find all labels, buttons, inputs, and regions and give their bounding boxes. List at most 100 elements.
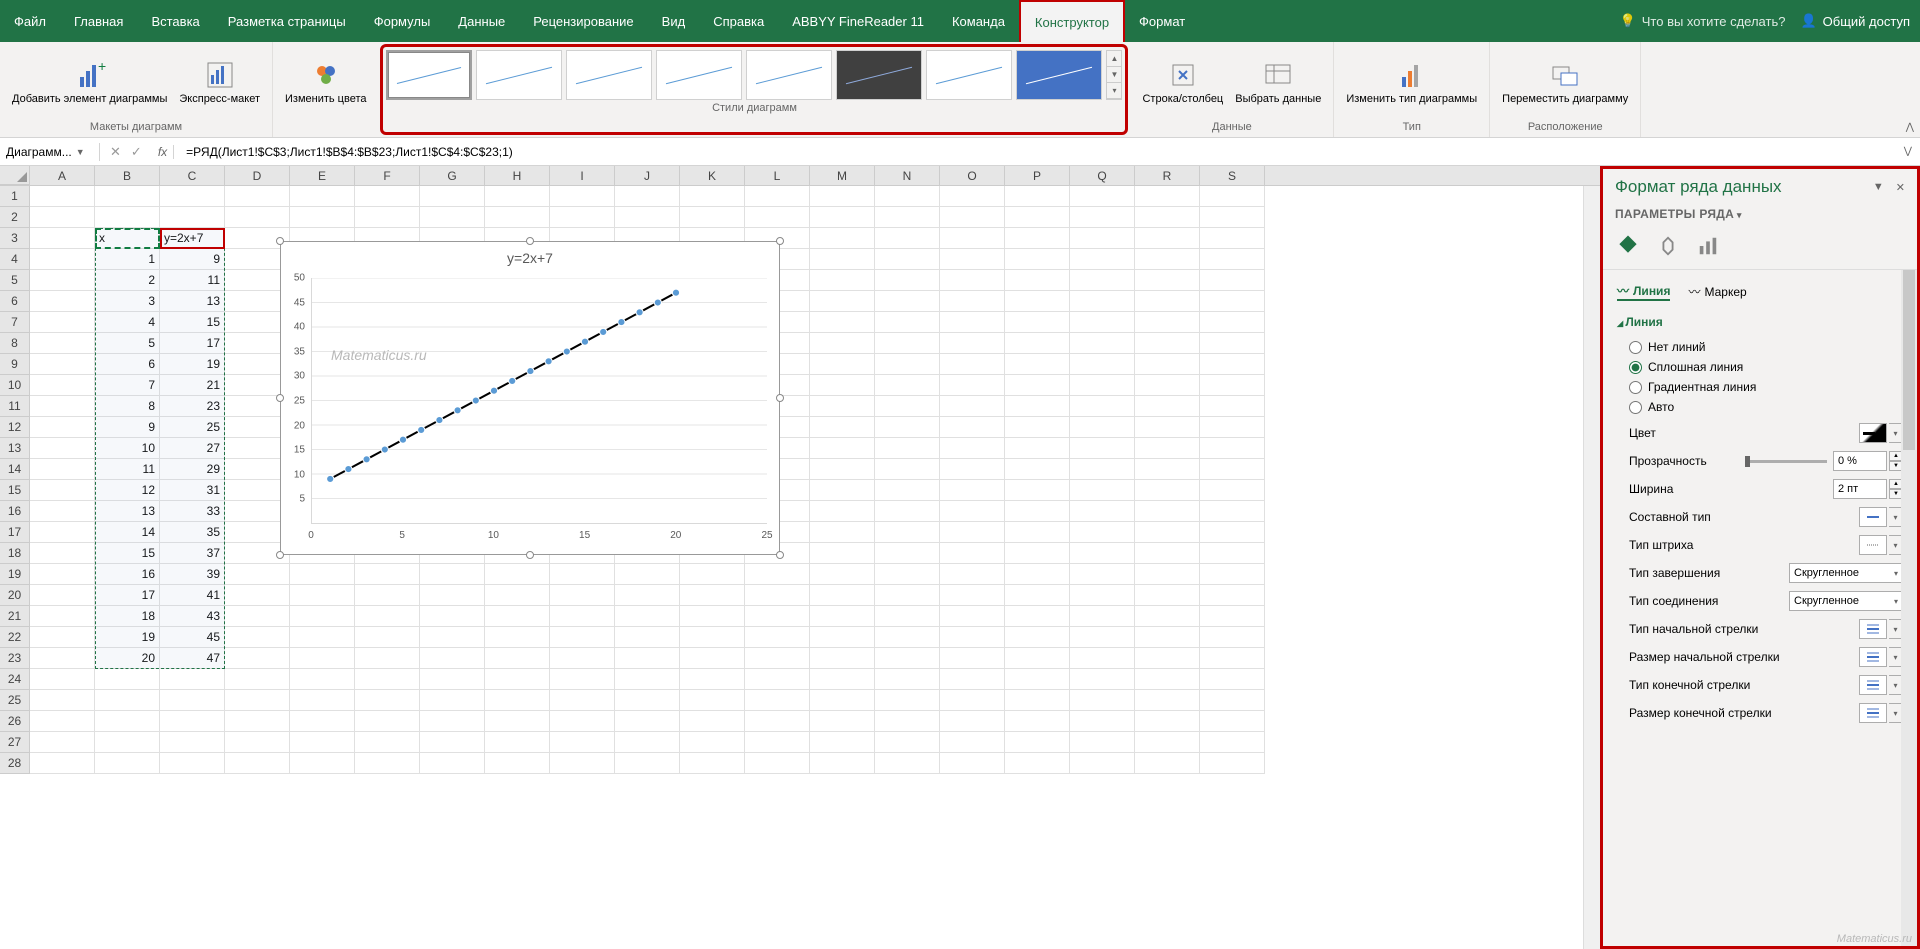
cell-L24[interactable] bbox=[745, 669, 810, 690]
tab-разметка-страницы[interactable]: Разметка страницы bbox=[214, 0, 360, 42]
cell-N23[interactable] bbox=[875, 648, 940, 669]
cell-R19[interactable] bbox=[1135, 564, 1200, 585]
cell-N26[interactable] bbox=[875, 711, 940, 732]
cell-M20[interactable] bbox=[810, 585, 875, 606]
cell-H23[interactable] bbox=[485, 648, 550, 669]
cell-O5[interactable] bbox=[940, 270, 1005, 291]
cell-B27[interactable] bbox=[95, 732, 160, 753]
cell-O4[interactable] bbox=[940, 249, 1005, 270]
cell-N28[interactable] bbox=[875, 753, 940, 774]
cell-R23[interactable] bbox=[1135, 648, 1200, 669]
cell-A15[interactable] bbox=[30, 480, 95, 501]
cell-F1[interactable] bbox=[355, 186, 420, 207]
width-input[interactable] bbox=[1833, 479, 1887, 499]
cell-O10[interactable] bbox=[940, 375, 1005, 396]
cell-R17[interactable] bbox=[1135, 522, 1200, 543]
col-header-S[interactable]: S bbox=[1200, 166, 1265, 185]
cell-P26[interactable] bbox=[1005, 711, 1070, 732]
cell-J19[interactable] bbox=[615, 564, 680, 585]
cell-C25[interactable] bbox=[160, 690, 225, 711]
row-header-23[interactable]: 23 bbox=[0, 648, 30, 669]
cell-S16[interactable] bbox=[1200, 501, 1265, 522]
cell-C24[interactable] bbox=[160, 669, 225, 690]
cell-O16[interactable] bbox=[940, 501, 1005, 522]
row-header-7[interactable]: 7 bbox=[0, 312, 30, 333]
cell-F24[interactable] bbox=[355, 669, 420, 690]
cell-Q14[interactable] bbox=[1070, 459, 1135, 480]
cell-H22[interactable] bbox=[485, 627, 550, 648]
cell-N1[interactable] bbox=[875, 186, 940, 207]
cell-P3[interactable] bbox=[1005, 228, 1070, 249]
row-header-5[interactable]: 5 bbox=[0, 270, 30, 291]
cell-B11[interactable]: 8 bbox=[95, 396, 160, 417]
row-header-17[interactable]: 17 bbox=[0, 522, 30, 543]
cell-J27[interactable] bbox=[615, 732, 680, 753]
cell-E26[interactable] bbox=[290, 711, 355, 732]
cell-F27[interactable] bbox=[355, 732, 420, 753]
select-data-button[interactable]: Выбрать данные bbox=[1231, 57, 1325, 108]
col-header-O[interactable]: O bbox=[940, 166, 1005, 185]
cell-A5[interactable] bbox=[30, 270, 95, 291]
cell-O24[interactable] bbox=[940, 669, 1005, 690]
cell-I25[interactable] bbox=[550, 690, 615, 711]
cell-M24[interactable] bbox=[810, 669, 875, 690]
cell-I2[interactable] bbox=[550, 207, 615, 228]
cap-type-combo[interactable]: Скругленное bbox=[1789, 563, 1903, 583]
cell-B10[interactable]: 7 bbox=[95, 375, 160, 396]
cell-K22[interactable] bbox=[680, 627, 745, 648]
transparency-slider[interactable] bbox=[1745, 460, 1827, 463]
tab-команда[interactable]: Команда bbox=[938, 0, 1019, 42]
cell-H2[interactable] bbox=[485, 207, 550, 228]
cell-O18[interactable] bbox=[940, 543, 1005, 564]
cell-L1[interactable] bbox=[745, 186, 810, 207]
cell-D25[interactable] bbox=[225, 690, 290, 711]
cell-R27[interactable] bbox=[1135, 732, 1200, 753]
tab-главная[interactable]: Главная bbox=[60, 0, 137, 42]
cell-O25[interactable] bbox=[940, 690, 1005, 711]
cell-Q3[interactable] bbox=[1070, 228, 1135, 249]
cell-M27[interactable] bbox=[810, 732, 875, 753]
cell-Q19[interactable] bbox=[1070, 564, 1135, 585]
cell-C11[interactable]: 23 bbox=[160, 396, 225, 417]
cell-S27[interactable] bbox=[1200, 732, 1265, 753]
name-box[interactable]: Диаграмм... ▼ bbox=[0, 143, 100, 161]
cell-J26[interactable] bbox=[615, 711, 680, 732]
cell-R2[interactable] bbox=[1135, 207, 1200, 228]
cell-Q24[interactable] bbox=[1070, 669, 1135, 690]
cell-R15[interactable] bbox=[1135, 480, 1200, 501]
cell-O21[interactable] bbox=[940, 606, 1005, 627]
cell-Q5[interactable] bbox=[1070, 270, 1135, 291]
select-all-corner[interactable] bbox=[0, 166, 30, 185]
cell-A10[interactable] bbox=[30, 375, 95, 396]
line-tab[interactable]: 〰Линия bbox=[1617, 282, 1670, 301]
cell-A25[interactable] bbox=[30, 690, 95, 711]
cell-M7[interactable] bbox=[810, 312, 875, 333]
cell-J1[interactable] bbox=[615, 186, 680, 207]
col-header-P[interactable]: P bbox=[1005, 166, 1070, 185]
cell-B5[interactable]: 2 bbox=[95, 270, 160, 291]
cell-Q21[interactable] bbox=[1070, 606, 1135, 627]
cell-A20[interactable] bbox=[30, 585, 95, 606]
name-box-dropdown-icon[interactable]: ▼ bbox=[76, 147, 85, 157]
cell-L23[interactable] bbox=[745, 648, 810, 669]
cell-S4[interactable] bbox=[1200, 249, 1265, 270]
tab-справка[interactable]: Справка bbox=[699, 0, 778, 42]
cell-M17[interactable] bbox=[810, 522, 875, 543]
cell-D24[interactable] bbox=[225, 669, 290, 690]
cell-L22[interactable] bbox=[745, 627, 810, 648]
cell-M15[interactable] bbox=[810, 480, 875, 501]
cell-M16[interactable] bbox=[810, 501, 875, 522]
cell-E19[interactable] bbox=[290, 564, 355, 585]
cell-H25[interactable] bbox=[485, 690, 550, 711]
col-header-A[interactable]: A bbox=[30, 166, 95, 185]
cell-M13[interactable] bbox=[810, 438, 875, 459]
cell-A16[interactable] bbox=[30, 501, 95, 522]
cell-S5[interactable] bbox=[1200, 270, 1265, 291]
cell-Q9[interactable] bbox=[1070, 354, 1135, 375]
cell-O15[interactable] bbox=[940, 480, 1005, 501]
cell-Q1[interactable] bbox=[1070, 186, 1135, 207]
cell-G21[interactable] bbox=[420, 606, 485, 627]
cell-J28[interactable] bbox=[615, 753, 680, 774]
resize-handle-tr[interactable] bbox=[776, 237, 784, 245]
row-header-1[interactable]: 1 bbox=[0, 186, 30, 207]
